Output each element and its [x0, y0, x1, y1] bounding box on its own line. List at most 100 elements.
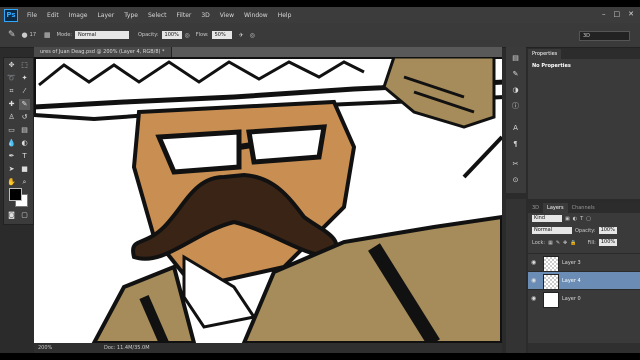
- options-bar: ✎ ● 17 ▦ Mode: Normal Opacity: 100% ◎ Fl…: [0, 23, 640, 48]
- layers-panel: 3D Layers Channels Kind ▣ ◐ T ▢ Normal O…: [528, 203, 640, 353]
- airbrush-icon[interactable]: ✈: [239, 32, 244, 39]
- quick-select-tool-icon[interactable]: ✦: [19, 73, 30, 84]
- tab-layers[interactable]: Layers: [543, 203, 568, 213]
- blend-mode-select[interactable]: Normal: [532, 227, 572, 234]
- layer-filter-select[interactable]: Kind: [532, 215, 562, 222]
- filter-type-icon[interactable]: T: [580, 216, 583, 222]
- maximize-button[interactable]: □: [614, 10, 621, 18]
- canvas[interactable]: [34, 55, 502, 347]
- layer-row[interactable]: ◉ Layer 4: [528, 271, 640, 290]
- doc-size[interactable]: Doc: 11.4M/35.0M: [104, 343, 150, 353]
- filter-shape-icon[interactable]: ▢: [586, 216, 591, 222]
- filter-pixel-icon[interactable]: ▣: [565, 216, 570, 222]
- menu-select[interactable]: Select: [143, 12, 172, 19]
- tab-3d[interactable]: 3D: [528, 203, 543, 213]
- tool-presets-icon[interactable]: ✂: [510, 159, 521, 170]
- tab-channels[interactable]: Channels: [568, 203, 599, 213]
- blur-tool-icon[interactable]: 💧: [6, 138, 17, 149]
- menu-file[interactable]: File: [22, 12, 42, 19]
- fill-label: Fill:: [587, 239, 596, 246]
- history-brush-tool-icon[interactable]: ↺: [19, 112, 30, 123]
- menu-3d[interactable]: 3D: [196, 12, 214, 19]
- brush-panel-icon[interactable]: ✎: [510, 69, 521, 80]
- shape-tool-icon[interactable]: ■: [19, 164, 30, 175]
- mode-label: Mode:: [56, 32, 72, 38]
- lock-all-icon[interactable]: 🔒: [570, 240, 576, 246]
- menu-type[interactable]: Type: [119, 12, 143, 19]
- menu-edit[interactable]: Edit: [42, 12, 64, 19]
- brush-tool-icon[interactable]: ✎: [8, 30, 16, 40]
- visibility-eye-icon[interactable]: ◉: [531, 272, 539, 290]
- minimize-button[interactable]: –: [602, 10, 606, 18]
- lock-position-icon[interactable]: ✥: [563, 240, 567, 246]
- menu-layer[interactable]: Layer: [92, 12, 119, 19]
- layer-name: Layer 4: [562, 278, 581, 284]
- tab-properties[interactable]: Properties: [528, 49, 562, 59]
- mode-select[interactable]: Normal: [74, 31, 129, 39]
- pen-tool-icon[interactable]: ✒: [6, 151, 17, 162]
- menu-window[interactable]: Window: [239, 12, 273, 19]
- flow-field[interactable]: 50%: [211, 31, 232, 39]
- zoom-tool-icon[interactable]: ⌕: [19, 177, 30, 188]
- history-panel-icon[interactable]: ▤: [510, 53, 521, 64]
- layer-row[interactable]: ◉ Layer 3: [528, 253, 640, 272]
- quick-mask-icon[interactable]: ◙: [6, 210, 17, 221]
- opacity-field[interactable]: 100%: [161, 31, 182, 39]
- properties-message: No Properties: [532, 63, 571, 69]
- cartoon-artwork: [34, 55, 502, 347]
- timeline-panel-icon[interactable]: ⊙: [510, 175, 521, 186]
- move-tool-icon[interactable]: ✥: [6, 60, 17, 71]
- type-tool-icon[interactable]: T: [19, 151, 30, 162]
- menu-view[interactable]: View: [215, 12, 239, 19]
- eyedropper-tool-icon[interactable]: ⁄: [19, 86, 30, 97]
- visibility-eye-icon[interactable]: ◉: [531, 290, 539, 308]
- brush-tool-icon[interactable]: ✎: [19, 99, 30, 110]
- clone-stamp-tool-icon[interactable]: ♙: [6, 112, 17, 123]
- brush-size[interactable]: 17: [30, 32, 36, 38]
- path-select-tool-icon[interactable]: ➤: [6, 164, 17, 175]
- character-panel-icon[interactable]: A: [510, 123, 521, 134]
- brush-panel-icon[interactable]: ▦: [44, 31, 51, 39]
- toolbox: ✥ ⬚ ➰ ✦ ⌗ ⁄ ✚ ✎ ♙ ↺ ▭ ▤ 💧 ◐ ✒ T ➤ ■ ✋ ⌕ …: [3, 57, 34, 225]
- crop-tool-icon[interactable]: ⌗: [6, 86, 17, 97]
- layer-thumbnail: [543, 292, 559, 308]
- brush-preset-icon[interactable]: ●: [22, 31, 28, 39]
- window-controls: – □ ✕: [602, 10, 634, 18]
- zoom-level[interactable]: 200%: [38, 343, 52, 353]
- foreground-color-swatch[interactable]: [9, 188, 22, 201]
- lock-image-icon[interactable]: ✎: [556, 240, 560, 246]
- photoshop-logo: Ps: [4, 8, 18, 22]
- flow-label: Flow:: [195, 32, 209, 38]
- lock-label: Lock:: [532, 239, 546, 246]
- fill-field[interactable]: 100%: [598, 239, 618, 246]
- paragraph-panel-icon[interactable]: ¶: [510, 139, 521, 150]
- layer-opacity-field[interactable]: 100%: [598, 227, 617, 234]
- workspace-select[interactable]: 3D: [579, 31, 630, 41]
- info-panel-icon[interactable]: ⓘ: [510, 101, 521, 112]
- menu-help[interactable]: Help: [273, 12, 297, 19]
- hand-tool-icon[interactable]: ✋: [6, 177, 17, 188]
- collapsed-panel-strip: ▤ ✎ ◑ ⓘ A ¶ ✂ ⊙: [506, 47, 526, 193]
- close-button[interactable]: ✕: [628, 10, 634, 18]
- lock-transparency-icon[interactable]: ▦: [548, 240, 553, 246]
- filter-adjustment-icon[interactable]: ◐: [573, 216, 577, 222]
- adjustments-panel-icon[interactable]: ◑: [510, 85, 521, 96]
- screen-mode-icon[interactable]: ▢: [19, 210, 30, 221]
- pressure-size-icon[interactable]: ◎: [250, 32, 255, 39]
- pressure-opacity-icon[interactable]: ◎: [185, 32, 190, 39]
- visibility-eye-icon[interactable]: ◉: [531, 254, 539, 272]
- eraser-tool-icon[interactable]: ▭: [6, 125, 17, 136]
- lasso-tool-icon[interactable]: ➰: [6, 73, 17, 84]
- blend-row: Normal Opacity: 100%: [532, 227, 617, 234]
- menu-filter[interactable]: Filter: [172, 12, 197, 19]
- menu-image[interactable]: Image: [64, 12, 93, 19]
- collapsed-panel-strip-lower: [506, 199, 526, 353]
- opacity-label: Opacity:: [575, 227, 596, 234]
- document-area: ures of Juan Deag.psd @ 200% (Layer 4, R…: [34, 47, 502, 353]
- document-tab[interactable]: ures of Juan Deag.psd @ 200% (Layer 4, R…: [34, 47, 172, 57]
- dodge-tool-icon[interactable]: ◐: [19, 138, 30, 149]
- marquee-tool-icon[interactable]: ⬚: [19, 60, 30, 71]
- healing-tool-icon[interactable]: ✚: [6, 99, 17, 110]
- layer-row[interactable]: ◉ Layer 0: [528, 289, 640, 308]
- gradient-tool-icon[interactable]: ▤: [19, 125, 30, 136]
